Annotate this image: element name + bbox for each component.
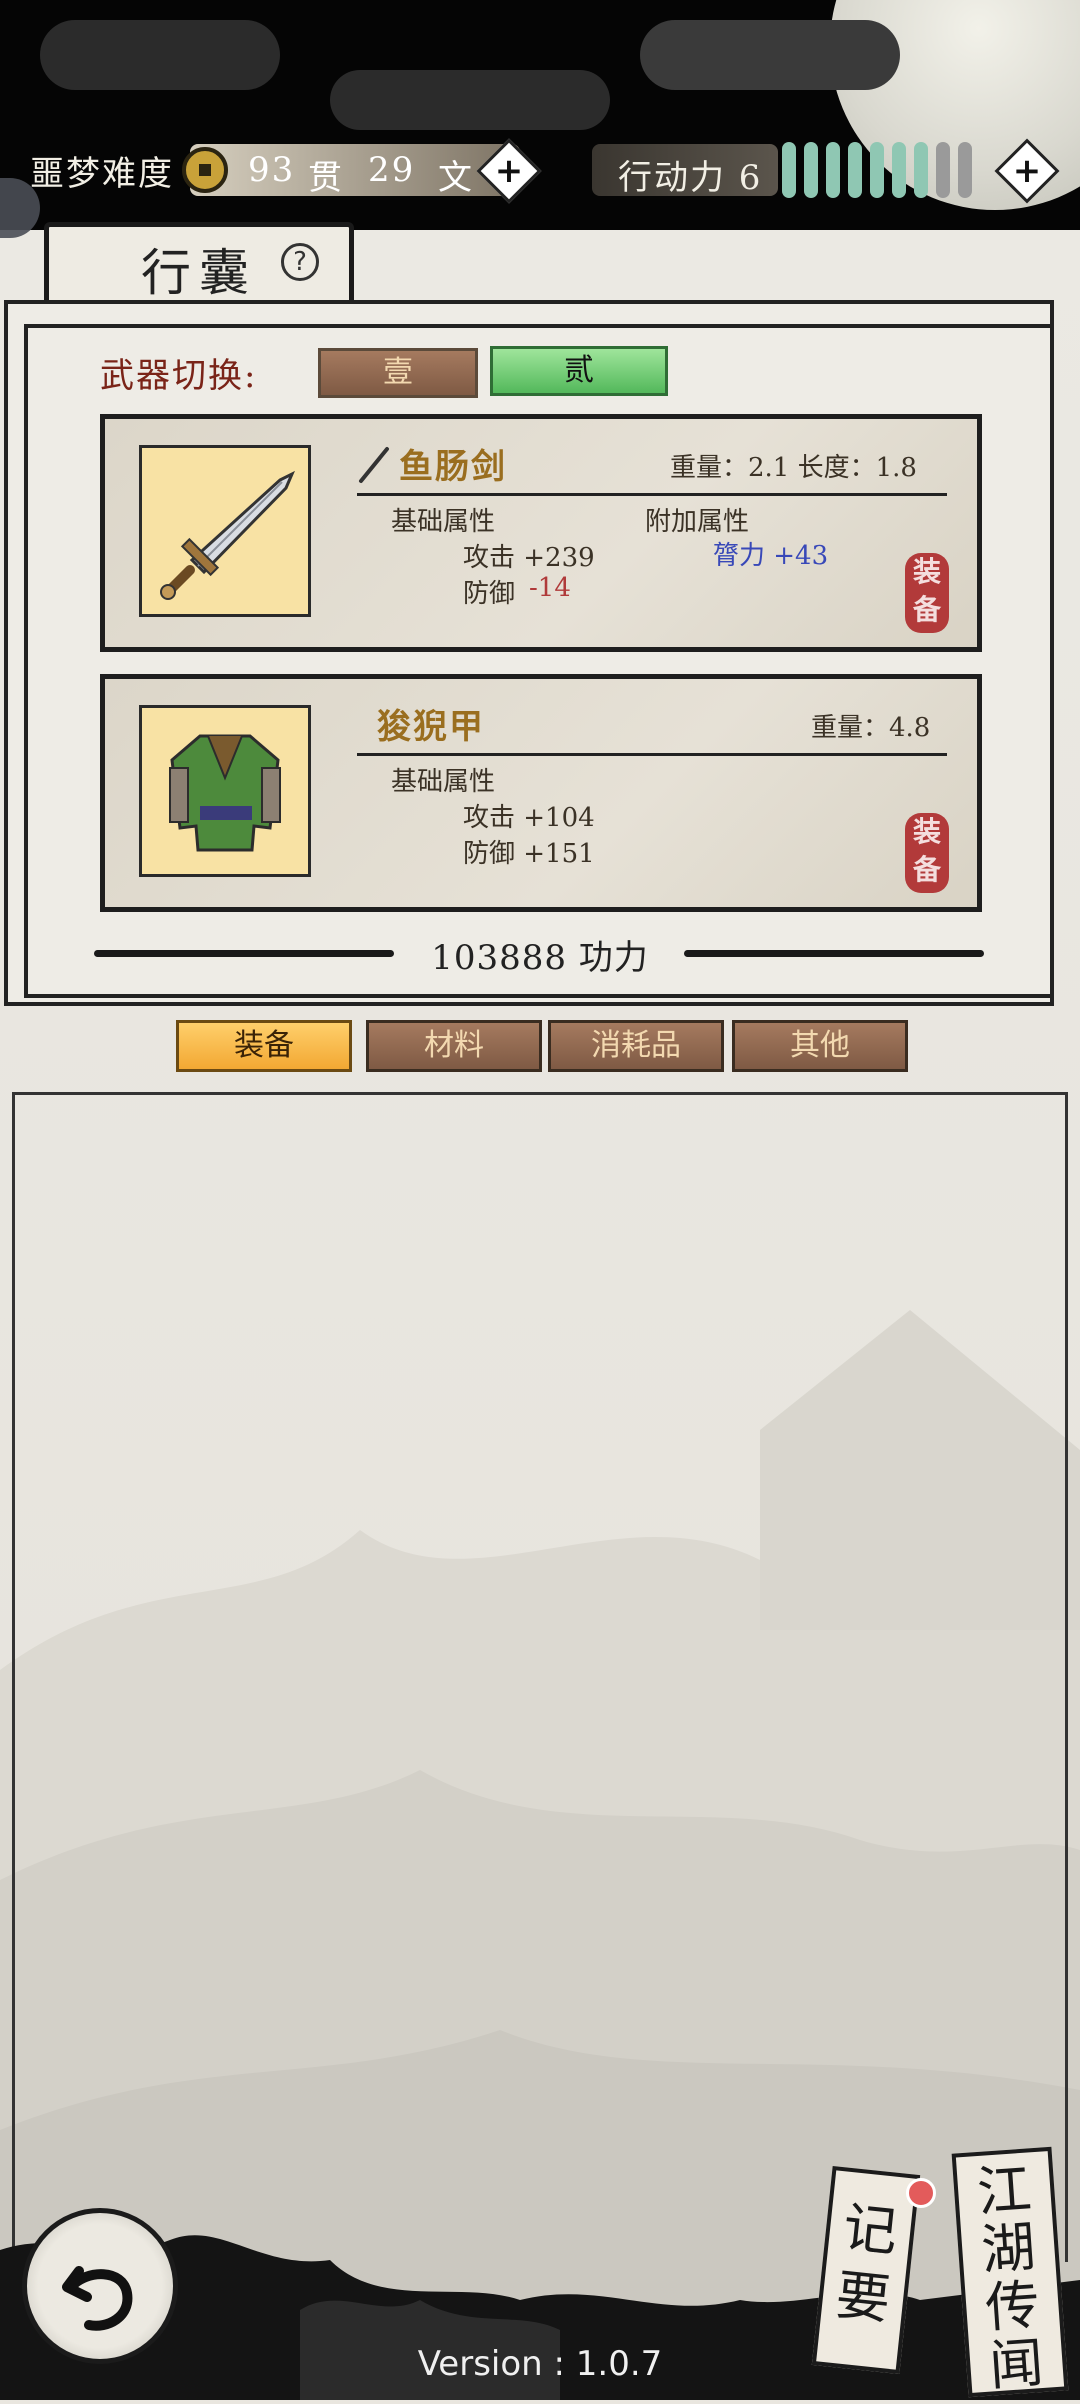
notes-label: 记要 [832,2195,901,2332]
difficulty-label: 噩梦难度 [30,154,174,194]
energy-pip [826,142,840,198]
defense-value: -14 [529,573,571,603]
tab-equipment[interactable]: 装备 [176,1020,352,1072]
ink-divider [94,950,394,957]
total-power: 103888 功力 [431,938,649,978]
energy-pip [782,142,796,198]
add-action-button[interactable]: + [994,138,1060,204]
coin-icon [182,147,228,193]
back-button[interactable] [22,2208,178,2364]
item-name: 鱼肠剑 [399,447,507,487]
bag-title: 行囊 [141,244,257,302]
tab-other[interactable]: 其他 [732,1020,908,1072]
base-attr-label: 基础属性 [391,767,496,797]
energy-pip [936,142,950,198]
notification-dot [906,2178,936,2208]
divider [357,493,947,496]
status-bar: 噩梦难度 93 贯 29 文 + 行动力 6 + [0,128,1080,214]
wen-unit: 文 [438,158,474,198]
rumors-button[interactable]: 江湖传闻 [951,2146,1069,2398]
help-icon[interactable]: ? [281,243,319,281]
weapon-switch-label: 武器切换: [100,356,258,396]
item-card-sword[interactable]: 鱼肠剑 重量：2.1 长度：1.8 基础属性 附加属性 攻击 +239 防御 -… [100,414,982,652]
ink-divider [684,950,984,957]
extra-stat: 膂力 +43 [713,541,829,571]
tab-bag[interactable]: 行囊 ? [44,222,354,302]
cloud [640,20,900,90]
weapon-slot-2-button[interactable]: 贰 [490,346,668,396]
energy-pip [804,142,818,198]
energy-pip [892,142,906,198]
weapon-slot-1-button[interactable]: 壹 [318,348,478,398]
extra-attr-label: 附加属性 [645,507,750,537]
energy-pip [914,142,928,198]
money-display: 93 贯 29 文 [182,144,520,198]
money-guan: 93 [248,150,296,190]
energy-bar [782,142,992,198]
rumors-label: 江湖传闻 [975,2157,1046,2398]
armor-icon [139,705,311,877]
cloud [40,20,280,90]
defense-stat: 防御 +151 [463,839,595,869]
weapon-type-icon [359,447,389,483]
item-meta: 重量：4.8 [811,713,931,743]
item-list[interactable] [12,1092,1068,2262]
money-wen: 29 [368,150,416,190]
energy-pip [870,142,884,198]
attack-stat: 攻击 +104 [463,803,595,833]
action-display: 行动力 6 [592,144,778,198]
sword-icon [139,445,311,617]
divider [357,753,947,756]
energy-pip [958,142,972,198]
version-label: Version : 1.0.7 [417,2344,663,2384]
tab-consumables[interactable]: 消耗品 [548,1020,724,1072]
equip-button[interactable]: 装备 [905,813,949,893]
cloud [330,70,610,130]
item-card-armor[interactable]: 狻猊甲 重量：4.8 基础属性 攻击 +104 防御 +151 装备 [100,674,982,912]
back-arrow-icon [62,2266,133,2331]
tab-materials[interactable]: 材料 [366,1020,542,1072]
action-label: 行动力 6 [618,158,763,198]
defense-label: 防御 [463,579,516,609]
equip-button[interactable]: 装备 [905,553,949,633]
item-meta: 重量：2.1 长度：1.8 [670,453,917,483]
item-name: 狻猊甲 [377,707,485,747]
base-attr-label: 基础属性 [391,507,496,537]
energy-pip [848,142,862,198]
attack-stat: 攻击 +239 [463,543,595,573]
guan-unit: 贯 [308,158,344,198]
